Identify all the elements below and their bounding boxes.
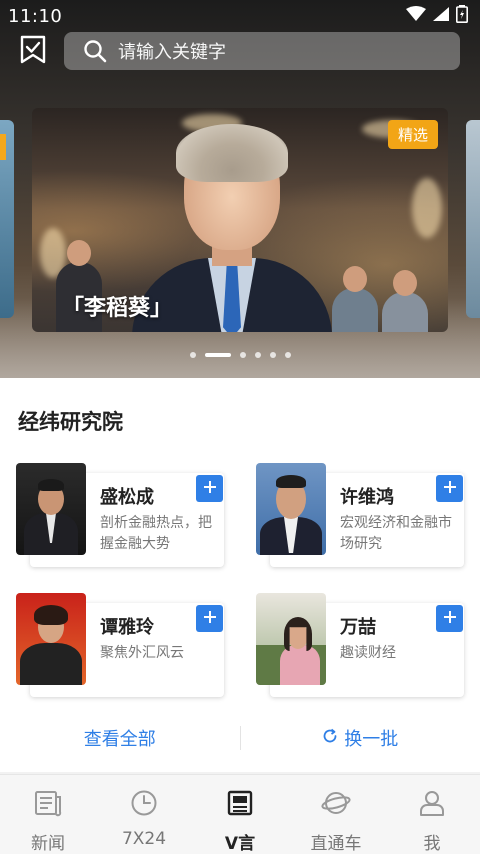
- author-name: 谭雅玲: [100, 617, 154, 638]
- nav-news[interactable]: 新闻: [0, 775, 96, 854]
- nav-express[interactable]: 直通车: [288, 775, 384, 854]
- avatar[interactable]: [256, 593, 326, 685]
- nav-label: V言: [224, 834, 256, 854]
- banner-slide[interactable]: 精选 「李稻葵」: [32, 108, 448, 332]
- status-icons: [406, 5, 468, 27]
- plus-icon: [443, 609, 457, 628]
- column-icon: [224, 787, 256, 819]
- author-name: 许维鸿: [340, 487, 394, 508]
- carousel-prev-card[interactable]: [0, 120, 14, 318]
- author-card[interactable]: 许维鸿 宏观经济和金融市场研究: [256, 463, 464, 567]
- follow-button[interactable]: [196, 605, 223, 632]
- hero-header: 11:10 请输入关键字 精选 「李稻葵」: [0, 0, 480, 378]
- carousel-dot[interactable]: [189, 352, 196, 358]
- top-bar: 请输入关键字: [0, 32, 480, 72]
- bottom-nav: 新闻 7X24 V言 直通车 我: [0, 774, 480, 854]
- view-all-link[interactable]: 查看全部: [0, 725, 240, 751]
- status-bar: 11:10: [0, 0, 480, 32]
- wifi-icon: [406, 6, 426, 26]
- carousel-dot[interactable]: [269, 352, 276, 358]
- follow-button[interactable]: [436, 605, 463, 632]
- status-time: 11:10: [8, 5, 63, 27]
- news-icon: [32, 787, 64, 819]
- section-actions: 查看全部 换一批: [0, 720, 480, 756]
- view-all-label: 查看全部: [83, 729, 156, 750]
- author-card[interactable]: 盛松成 剖析金融热点，把握金融大势: [16, 463, 224, 567]
- bookmark-button[interactable]: [17, 35, 49, 69]
- carousel-dot-active[interactable]: [204, 353, 231, 357]
- planet-icon: [320, 787, 352, 819]
- nav-label: 7X24: [121, 829, 167, 849]
- follow-button[interactable]: [196, 475, 223, 502]
- search-placeholder: 请输入关键字: [118, 42, 226, 63]
- refresh-label: 换一批: [344, 729, 399, 750]
- banner-caption: 「李稻葵」: [62, 296, 173, 321]
- nav-label: 我: [423, 834, 441, 854]
- research-panel: 经纬研究院 盛松成 剖析金融热点，把握金融大势 许维鸿 宏观经济和金融市场研究 …: [0, 378, 480, 772]
- avatar[interactable]: [16, 593, 86, 685]
- nav-label: 直通车: [310, 834, 362, 854]
- featured-badge: 精选: [387, 120, 438, 149]
- refresh-icon: [322, 728, 338, 749]
- nav-me[interactable]: 我: [384, 775, 480, 854]
- carousel-dot[interactable]: [239, 352, 246, 358]
- carousel-next-card[interactable]: [466, 120, 480, 318]
- nav-label: 新闻: [31, 834, 65, 854]
- author-desc: 宏观经济和金融市场研究: [340, 515, 452, 552]
- carousel-dot[interactable]: [284, 352, 291, 358]
- battery-icon: [456, 5, 468, 27]
- follow-button[interactable]: [436, 475, 463, 502]
- section-title: 经纬研究院: [18, 410, 123, 434]
- author-name: 万喆: [340, 617, 376, 638]
- author-card[interactable]: 谭雅玲 聚焦外汇风云: [16, 593, 224, 697]
- author-card[interactable]: 万喆 趣读财经: [256, 593, 464, 697]
- avatar[interactable]: [16, 463, 86, 555]
- refresh-button[interactable]: 换一批: [241, 725, 480, 751]
- carousel-indicator: [0, 352, 480, 358]
- clock-icon: [128, 787, 160, 819]
- author-desc: 趣读财经: [340, 645, 396, 661]
- nav-vyan[interactable]: V言: [192, 775, 288, 854]
- plus-icon: [203, 479, 217, 498]
- author-desc: 聚焦外汇风云: [100, 645, 184, 661]
- bookmark-check-icon: [19, 35, 47, 69]
- plus-icon: [203, 609, 217, 628]
- signal-icon: [432, 6, 450, 26]
- author-desc: 剖析金融热点，把握金融大势: [100, 515, 212, 552]
- author-name: 盛松成: [100, 487, 154, 508]
- nav-7x24[interactable]: 7X24: [96, 775, 192, 854]
- search-input[interactable]: 请输入关键字: [64, 32, 460, 70]
- banner-carousel[interactable]: 精选 「李稻葵」: [0, 106, 480, 334]
- profile-icon: [416, 787, 448, 819]
- plus-icon: [443, 479, 457, 498]
- search-icon: [82, 38, 108, 64]
- carousel-dot[interactable]: [254, 352, 261, 358]
- avatar[interactable]: [256, 463, 326, 555]
